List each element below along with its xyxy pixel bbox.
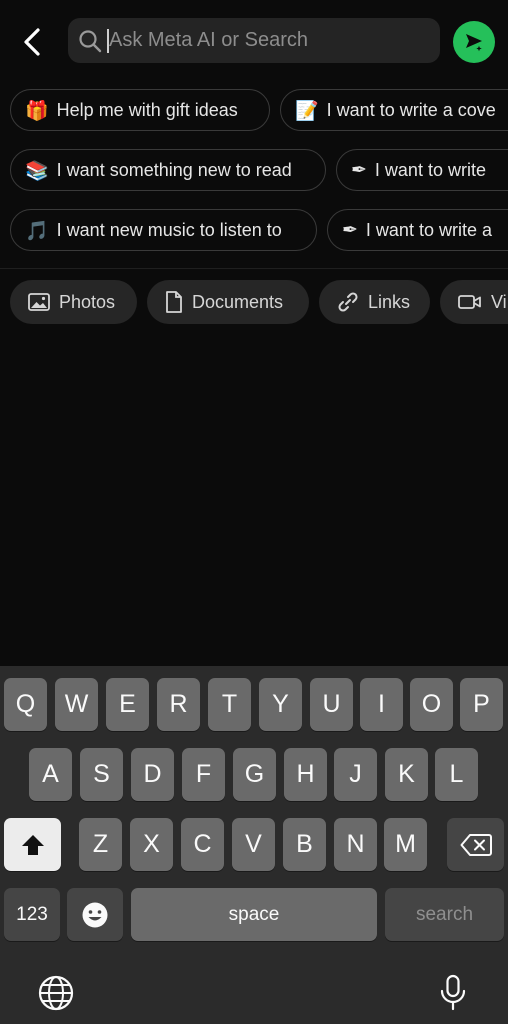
keyboard: Q W E R T Y U I O P A S D F G H J K L Z … xyxy=(0,666,508,1024)
divider xyxy=(0,268,508,269)
key-q[interactable]: Q xyxy=(4,678,47,731)
key-e[interactable]: E xyxy=(106,678,149,731)
send-sparkle-icon xyxy=(466,34,484,53)
photo-icon xyxy=(28,293,50,311)
key-m[interactable]: M xyxy=(384,818,427,871)
video-icon xyxy=(458,295,481,309)
suggestion-label: I want something new to read xyxy=(56,159,292,180)
document-icon xyxy=(166,291,182,313)
suggestion-row-3: 🎵 I want new music to listen to ✒ I want… xyxy=(0,209,508,253)
books-icon: 📚 xyxy=(25,159,49,182)
search-input[interactable] xyxy=(109,29,440,52)
filter-photos[interactable]: Photos xyxy=(10,280,137,324)
backspace-key[interactable] xyxy=(447,818,504,871)
suggestion-row-1: 🎁 Help me with gift ideas 📝 I want to wr… xyxy=(0,89,508,133)
emoji-icon xyxy=(82,902,108,927)
key-n[interactable]: N xyxy=(334,818,377,871)
key-y[interactable]: Y xyxy=(259,678,302,731)
key-x[interactable]: X xyxy=(130,818,173,871)
globe-icon xyxy=(38,975,74,1011)
key-c[interactable]: C xyxy=(181,818,224,871)
key-w[interactable]: W xyxy=(55,678,98,731)
search-bar[interactable] xyxy=(68,18,440,63)
music-note-icon: 🎵 xyxy=(25,219,49,242)
suggestion-chip-want-to-write[interactable]: ✒ I want to write xyxy=(336,149,508,191)
suggestion-row-2: 📚 I want something new to read ✒ I want … xyxy=(0,149,508,193)
key-p[interactable]: P xyxy=(460,678,503,731)
backspace-icon xyxy=(460,833,492,856)
key-u[interactable]: U xyxy=(310,678,353,731)
filter-links[interactable]: Links xyxy=(319,280,430,324)
numbers-key[interactable]: 123 xyxy=(4,888,60,941)
key-f[interactable]: F xyxy=(182,748,225,801)
key-i[interactable]: I xyxy=(360,678,403,731)
key-l[interactable]: L xyxy=(435,748,478,801)
suggestion-chip-new-to-read[interactable]: 📚 I want something new to read xyxy=(10,149,326,191)
key-z[interactable]: Z xyxy=(79,818,122,871)
key-h[interactable]: H xyxy=(284,748,327,801)
search-key[interactable]: search xyxy=(385,888,504,941)
key-d[interactable]: D xyxy=(131,748,174,801)
filter-label: Documents xyxy=(192,291,284,312)
filter-documents[interactable]: Documents xyxy=(147,280,309,324)
key-k[interactable]: K xyxy=(385,748,428,801)
filter-row: Photos Documents Links Vi xyxy=(0,280,508,324)
chevron-left-icon xyxy=(24,28,40,56)
shift-icon xyxy=(21,834,44,855)
filter-label: Photos xyxy=(59,291,116,312)
key-a[interactable]: A xyxy=(29,748,72,801)
key-s[interactable]: S xyxy=(80,748,123,801)
space-key[interactable]: space xyxy=(131,888,377,941)
search-icon xyxy=(78,28,104,54)
suggestion-label: Help me with gift ideas xyxy=(56,99,238,120)
key-b[interactable]: B xyxy=(283,818,326,871)
memo-icon: 📝 xyxy=(295,99,319,122)
suggestion-chip-gift-ideas[interactable]: 🎁 Help me with gift ideas xyxy=(10,89,270,131)
pen-icon: ✒ xyxy=(351,159,367,181)
suggestion-chip-write-cover[interactable]: 📝 I want to write a cove xyxy=(280,89,508,131)
suggestion-label: I want new music to listen to xyxy=(56,219,282,240)
dictation-button[interactable] xyxy=(433,973,473,1013)
suggestion-label: I want to write a cove xyxy=(326,99,496,120)
filter-videos[interactable]: Vi xyxy=(440,280,508,324)
suggestion-label: I want to write xyxy=(374,159,486,180)
suggestion-chip-want-to-write-a[interactable]: ✒ I want to write a xyxy=(327,209,508,251)
key-r[interactable]: R xyxy=(157,678,200,731)
send-button[interactable] xyxy=(453,21,495,63)
top-bar xyxy=(0,0,508,84)
key-g[interactable]: G xyxy=(233,748,276,801)
filter-label: Links xyxy=(368,291,411,312)
emoji-key[interactable] xyxy=(67,888,123,941)
suggestion-chip-new-music[interactable]: 🎵 I want new music to listen to xyxy=(10,209,317,251)
link-icon xyxy=(338,292,358,312)
shift-key[interactable] xyxy=(4,818,61,871)
globe-button[interactable] xyxy=(36,973,76,1013)
back-button[interactable] xyxy=(14,22,50,62)
filter-label: Vi xyxy=(491,291,507,312)
key-o[interactable]: O xyxy=(410,678,453,731)
suggestion-label: I want to write a xyxy=(365,219,492,240)
key-t[interactable]: T xyxy=(208,678,251,731)
microphone-icon xyxy=(440,974,466,1011)
key-j[interactable]: J xyxy=(334,748,377,801)
pen-icon: ✒ xyxy=(342,219,358,241)
gift-icon: 🎁 xyxy=(25,99,49,122)
key-v[interactable]: V xyxy=(232,818,275,871)
